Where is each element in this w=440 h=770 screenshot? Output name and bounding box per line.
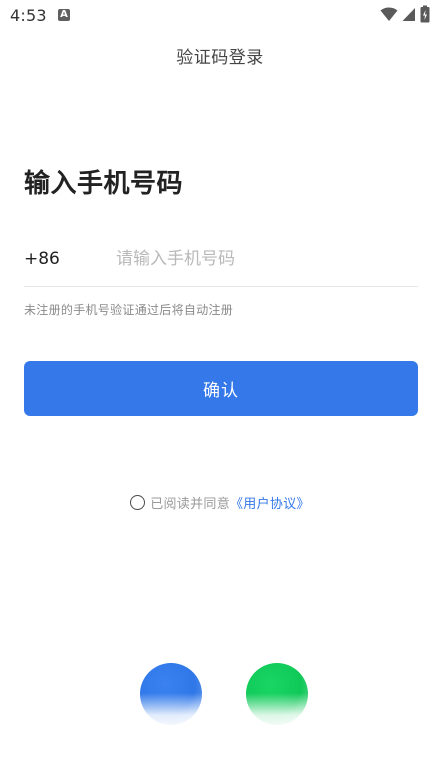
header-title: 验证码登录 xyxy=(176,47,264,68)
signal-icon xyxy=(402,6,416,26)
user-agreement-link[interactable]: 《用户协议》 xyxy=(230,493,310,512)
a-icon: A xyxy=(58,9,70,21)
green-login-button[interactable] xyxy=(246,663,308,725)
phone-input-row: +86 xyxy=(24,232,418,287)
battery-icon xyxy=(420,5,430,27)
wifi-icon xyxy=(380,6,398,26)
agreement-row: 已阅读并同意 《用户协议》 xyxy=(0,491,440,513)
agreement-checkbox[interactable] xyxy=(130,494,146,510)
status-bar: 4:53 A xyxy=(0,0,440,32)
confirm-button[interactable]: 确认 xyxy=(24,361,418,416)
auto-register-hint: 未注册的手机号验证通过后将自动注册 xyxy=(24,303,234,317)
country-code[interactable]: +86 xyxy=(24,249,116,269)
status-time: 4:53 xyxy=(10,6,47,25)
page-title: 输入手机号码 xyxy=(24,169,184,199)
blue-login-button[interactable] xyxy=(140,663,202,725)
third-party-login xyxy=(0,655,440,755)
status-icons xyxy=(380,5,430,27)
agreement-text: 已阅读并同意 xyxy=(150,496,230,512)
login-page: 4:53 A 验证码登录 输入手机号码 +86 请输入手机号码 未注册的手机号验… xyxy=(0,0,440,770)
header: 验证码登录 xyxy=(0,32,440,78)
phone-input[interactable] xyxy=(116,249,418,269)
